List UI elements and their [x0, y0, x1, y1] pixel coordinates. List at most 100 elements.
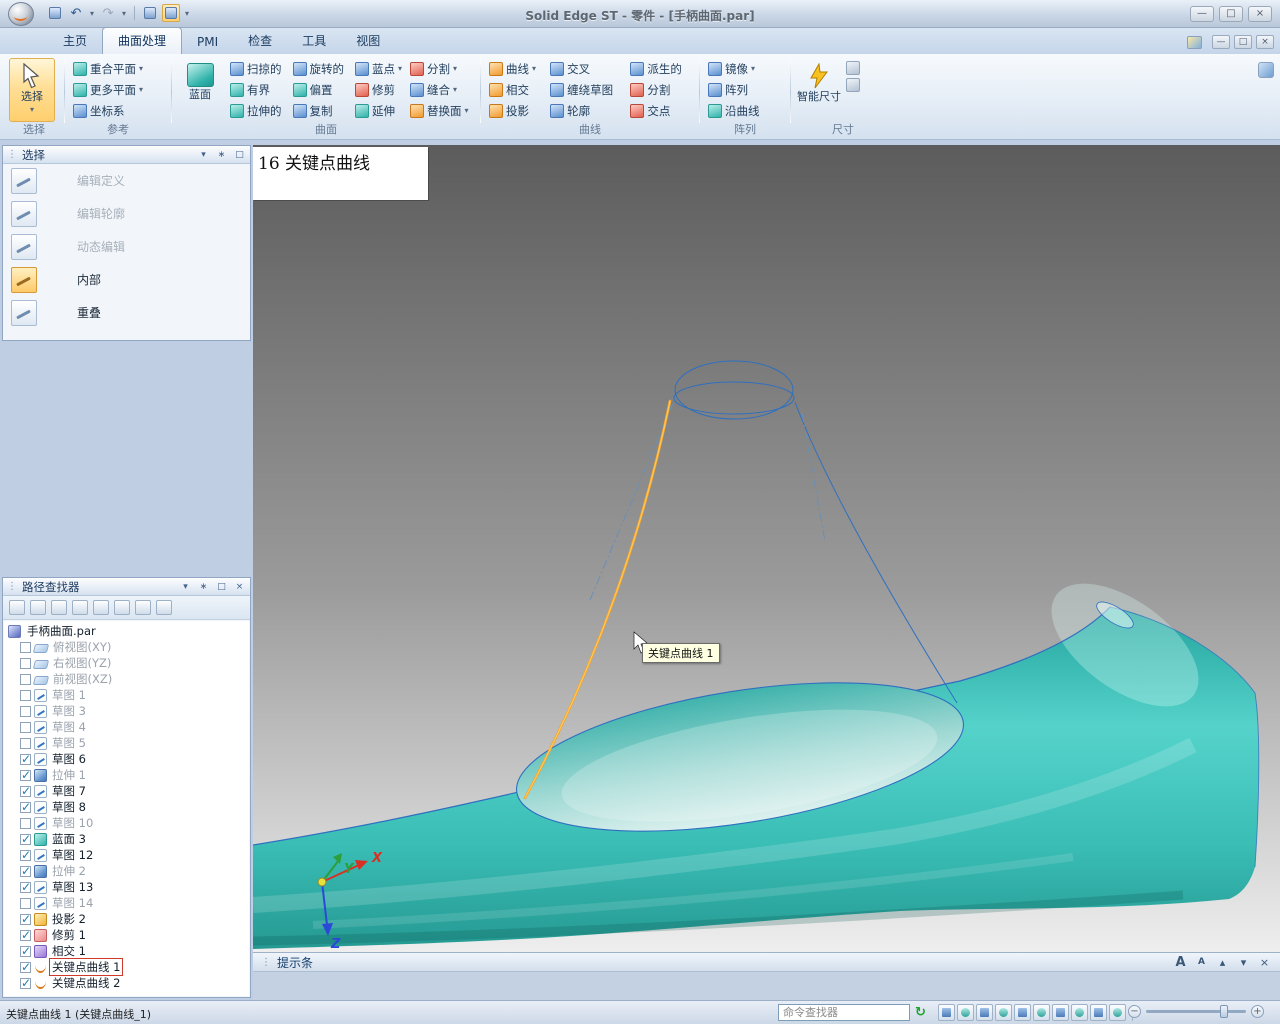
pin-icon[interactable]: ∗ — [197, 582, 210, 592]
visibility-checkbox[interactable] — [20, 960, 31, 974]
tree-item[interactable]: 拉伸 1 — [4, 767, 249, 783]
revolved-surface-button[interactable]: 旋转的 — [290, 58, 351, 79]
tree-item[interactable]: 草图 6 — [4, 751, 249, 767]
tree-item[interactable]: 草图 1 — [4, 687, 249, 703]
application-button[interactable] — [8, 2, 34, 26]
intersection-point-button[interactable]: 交点 — [627, 100, 694, 121]
tree-item[interactable]: 拉伸 2 — [4, 863, 249, 879]
mirror-button[interactable]: 镜像 ▾ — [705, 58, 785, 79]
angle-dimension-icon[interactable] — [846, 78, 860, 92]
contour-curve-button[interactable]: 轮廓 — [547, 100, 625, 121]
visibility-checkbox[interactable] — [20, 928, 31, 942]
coincident-plane-button[interactable]: 重合平面 ▾ — [70, 58, 166, 79]
viewport-annotation[interactable]: 16 关键点曲线 — [253, 147, 428, 200]
visibility-checkbox[interactable] — [20, 897, 31, 909]
pathfinder-toolbar-icon-2[interactable] — [30, 600, 46, 615]
customize-toolbar-icon[interactable]: ▾ — [183, 9, 191, 18]
panel-maximize-icon[interactable]: □ — [233, 150, 246, 160]
derived-curve-button[interactable]: 派生的 — [627, 58, 694, 79]
pathfinder-toolbar-icon-5[interactable] — [93, 600, 109, 615]
capture-view-button[interactable] — [1109, 1004, 1126, 1021]
visibility-checkbox[interactable] — [20, 944, 31, 958]
cross-curve-button[interactable]: 交叉 — [547, 58, 625, 79]
document-close-button[interactable]: × — [1256, 35, 1274, 49]
rotate-button[interactable] — [1014, 1004, 1031, 1021]
bounded-surface-button[interactable]: 有界 — [227, 79, 288, 100]
sketch-view-button[interactable] — [1090, 1004, 1107, 1021]
zoom-button[interactable] — [957, 1004, 974, 1021]
zoom-slider-track[interactable] — [1146, 1005, 1246, 1018]
pan-button[interactable] — [995, 1004, 1012, 1021]
pathfinder-toolbar-icon-6[interactable] — [114, 600, 130, 615]
tree-item[interactable]: 前视图(XZ) — [4, 671, 249, 687]
tab-inspect[interactable]: 检查 — [233, 28, 287, 54]
scroll-up-icon[interactable]: ▴ — [1215, 956, 1230, 969]
along-curve-button[interactable]: 沿曲线 — [705, 100, 785, 121]
tree-item[interactable]: 草图 7 — [4, 783, 249, 799]
panel-grip-icon[interactable]: ⋮ — [7, 149, 17, 160]
pathfinder-toolbar-icon-4[interactable] — [72, 600, 88, 615]
extend-surface-button[interactable]: 延伸 — [352, 100, 405, 121]
tree-item[interactable]: 草图 3 — [4, 703, 249, 719]
document-minimize-button[interactable]: — — [1212, 35, 1230, 49]
keypoint-curve-button[interactable]: 曲线 ▾ — [486, 58, 545, 79]
extruded-surface-button[interactable]: 拉伸的 — [227, 100, 288, 121]
3d-scene[interactable]: X Y Z — [253, 145, 1280, 952]
inside-mode-item[interactable]: 内部 — [3, 263, 250, 296]
swept-surface-button[interactable]: 扫掠的 — [227, 58, 288, 79]
coordinate-system-button[interactable]: 坐标系 — [70, 100, 166, 121]
help-icon[interactable] — [1258, 62, 1274, 78]
tree-item[interactable]: 相交 1 — [4, 943, 249, 959]
tree-item-keypoint-curve-1[interactable]: 关键点曲线 1 — [4, 958, 249, 976]
visibility-checkbox[interactable] — [20, 737, 31, 749]
look-at-face-button[interactable] — [1033, 1004, 1050, 1021]
prompt-bar-toggle-icon[interactable] — [141, 4, 159, 22]
tree-item[interactable]: 草图 10 — [4, 815, 249, 831]
project-curve-button[interactable]: 投影 — [486, 100, 545, 121]
edit-definition-item[interactable]: 编辑定义 — [3, 164, 250, 197]
tree-item[interactable]: 修剪 1 — [4, 927, 249, 943]
distance-between-icon[interactable] — [846, 61, 860, 75]
overlap-mode-icon[interactable] — [11, 299, 37, 326]
panel-maximize-icon[interactable]: □ — [215, 582, 228, 592]
visibility-checkbox[interactable] — [20, 689, 31, 701]
split-curve-button[interactable]: 分割 — [627, 79, 694, 100]
pathfinder-toolbar-icon-1[interactable] — [9, 600, 25, 615]
more-planes-button[interactable]: 更多平面 ▾ — [70, 79, 166, 100]
pathfinder-toolbar-icon-8[interactable] — [156, 600, 172, 615]
view-styles-button[interactable] — [1071, 1004, 1088, 1021]
prompt-grip-icon[interactable]: ⋮ — [261, 957, 271, 968]
select-dropdown-icon[interactable]: ▾ — [30, 105, 34, 114]
intersection-curve-button[interactable]: 相交 — [486, 79, 545, 100]
inside-mode-icon[interactable] — [11, 266, 37, 293]
visibility-checkbox[interactable] — [20, 817, 31, 829]
command-finder-go-icon[interactable]: ↻ — [915, 1005, 926, 1020]
visibility-checkbox[interactable] — [20, 848, 31, 862]
tree-item[interactable]: 俯视图(XY) — [4, 639, 249, 655]
visibility-checkbox[interactable] — [20, 768, 31, 782]
edit-profile-item[interactable]: 编辑轮廓 — [3, 197, 250, 230]
zoom-in-icon[interactable]: + — [1251, 1005, 1264, 1018]
maximize-button[interactable]: □ — [1219, 6, 1243, 22]
visibility-checkbox[interactable] — [20, 976, 31, 990]
trim-surface-button[interactable]: 修剪 — [352, 79, 405, 100]
visibility-checkbox[interactable] — [20, 800, 31, 814]
tree-item[interactable]: 草图 4 — [4, 719, 249, 735]
tab-view[interactable]: 视图 — [341, 28, 395, 54]
redo-icon[interactable]: ↷ — [99, 4, 117, 22]
visibility-checkbox[interactable] — [20, 752, 31, 766]
fit-view-button[interactable] — [976, 1004, 993, 1021]
tab-tools[interactable]: 工具 — [287, 28, 341, 54]
dynamic-edit-icon[interactable] — [11, 233, 37, 260]
style-icon[interactable] — [1187, 35, 1202, 49]
tree-item[interactable]: 草图 5 — [4, 735, 249, 751]
visibility-checkbox[interactable] — [20, 641, 31, 653]
font-decrease-icon[interactable]: A — [1194, 957, 1209, 967]
bluedot-button[interactable]: 蓝点 ▾ — [352, 58, 405, 79]
wrap-sketch-button[interactable]: 缠绕草图 — [547, 79, 625, 100]
dynamic-edit-item[interactable]: 动态编辑 — [3, 230, 250, 263]
scroll-down-icon[interactable]: ▾ — [1236, 956, 1251, 969]
visibility-checkbox[interactable] — [20, 673, 31, 685]
undo-icon[interactable]: ↶ — [67, 4, 85, 22]
pathfinder-toolbar-icon-7[interactable] — [135, 600, 151, 615]
